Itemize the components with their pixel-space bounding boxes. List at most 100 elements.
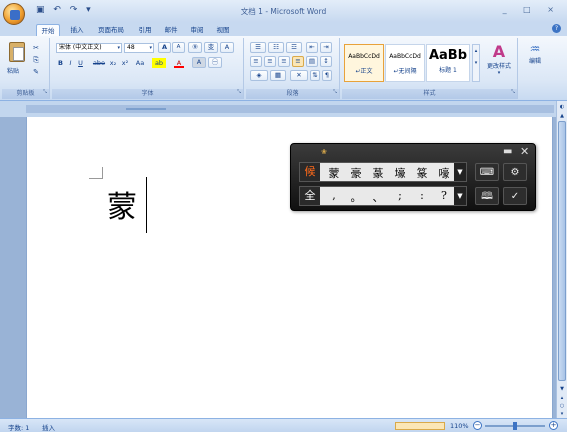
view-buttons[interactable] xyxy=(395,422,445,430)
punctuation-item[interactable]: , xyxy=(324,189,344,202)
handwriting-icon[interactable]: ✓ xyxy=(503,187,527,205)
show-marks-button[interactable]: ¶ xyxy=(322,70,332,81)
style-normal[interactable]: AaBbCcDd ↵正文 xyxy=(344,44,384,82)
change-case-button[interactable]: Aa xyxy=(134,58,146,68)
zoom-out-button[interactable]: − xyxy=(473,421,482,430)
borders-button[interactable]: ▦ xyxy=(270,70,286,81)
tab-insert[interactable]: 插入 xyxy=(66,24,88,36)
multilevel-list-button[interactable]: ☲ xyxy=(286,42,302,53)
candidate-item[interactable]: 篆 xyxy=(412,165,432,181)
styles-scroll[interactable]: ▴ ▾ xyxy=(472,44,480,82)
office-button[interactable] xyxy=(3,3,25,25)
distribute-button[interactable]: ▤ xyxy=(306,56,318,67)
line-spacing-button[interactable]: ↕ xyxy=(320,56,332,67)
character-shading-button[interactable]: A xyxy=(192,57,206,68)
align-right-button[interactable]: ≡ xyxy=(278,56,290,67)
zoom-in-button[interactable]: + xyxy=(549,421,558,430)
browse-object-icon[interactable]: ○ xyxy=(558,402,566,410)
clear-format-button[interactable]: ⑨ xyxy=(188,42,202,53)
strikethrough-button[interactable]: abe xyxy=(92,58,106,68)
status-bar: 字数: 1 插入 110% − + xyxy=(0,418,567,432)
bullets-button[interactable]: ☰ xyxy=(250,42,266,53)
ime-toolbar[interactable]: ❀ ▬ ✕ 候 蒙 豪 蒃 壕 篆 嚎 ▼ 全 , 。 、 ; : ? ▼ ⌨ … xyxy=(290,143,536,211)
subscript-button[interactable]: x₂ xyxy=(108,58,118,68)
candidate-item[interactable]: 豪 xyxy=(346,165,366,181)
ruler-toggle-icon[interactable]: ◐ xyxy=(558,103,566,111)
tab-home[interactable]: 开始 xyxy=(36,24,60,36)
underline-button[interactable]: U xyxy=(76,58,85,68)
enclose-characters-button[interactable]: ㊀ xyxy=(208,57,222,68)
candidate-item[interactable]: 蒙 xyxy=(324,165,344,181)
italic-button[interactable]: I xyxy=(66,58,75,68)
paste-icon[interactable] xyxy=(9,42,25,62)
chevron-down-icon[interactable]: ▼ xyxy=(454,187,466,205)
scroll-down-icon[interactable]: ▼ xyxy=(558,385,566,393)
candidate-item[interactable]: 嚎 xyxy=(434,165,454,181)
justify-button[interactable]: ≡ xyxy=(292,56,304,67)
increase-indent-button[interactable]: ⇥ xyxy=(320,42,332,53)
chevron-down-icon[interactable]: ▼ xyxy=(454,163,466,181)
tab-page-layout[interactable]: 页面布局 xyxy=(92,24,130,36)
character-border-button[interactable]: A xyxy=(220,42,234,53)
scroll-thumb[interactable] xyxy=(558,121,566,381)
candidate-item[interactable]: 蒃 xyxy=(368,165,388,181)
superscript-button[interactable]: x² xyxy=(120,58,130,68)
settings-icon[interactable]: ⚙ xyxy=(503,163,527,181)
numbering-button[interactable]: ☷ xyxy=(268,42,284,53)
decrease-indent-button[interactable]: ⇤ xyxy=(306,42,318,53)
font-name-combo[interactable]: 宋体 (中文正文) ▾ xyxy=(56,43,122,53)
tab-view[interactable]: 视图 xyxy=(212,24,234,36)
insert-mode[interactable]: 插入 xyxy=(42,422,55,432)
shrink-font-button[interactable]: A xyxy=(172,42,185,53)
highlight-button[interactable]: ab xyxy=(152,58,166,68)
punctuation-item[interactable]: ? xyxy=(434,189,454,202)
style-heading-1[interactable]: AaBb 标题 1 xyxy=(426,44,470,82)
dictionary-icon[interactable]: 🕮 xyxy=(475,187,499,205)
next-page-icon[interactable]: ▾ xyxy=(558,410,566,418)
copy-icon[interactable]: ⎘ xyxy=(32,56,40,64)
clipboard-launcher-icon[interactable]: ⤡ xyxy=(43,87,47,97)
document-text[interactable]: 蒙 xyxy=(107,182,137,226)
zoom-slider-knob[interactable] xyxy=(513,422,517,430)
punctuation-item[interactable]: ; xyxy=(390,189,410,202)
help-icon[interactable]: ? xyxy=(552,24,561,33)
word-count[interactable]: 字数: 1 xyxy=(8,422,29,432)
tab-review[interactable]: 审阅 xyxy=(186,24,208,36)
tab-references[interactable]: 引用 xyxy=(134,24,156,36)
ruler-indent-marker[interactable] xyxy=(126,108,166,110)
font-launcher-icon[interactable]: ⤡ xyxy=(237,87,241,97)
sort-button[interactable]: ⇅ xyxy=(310,70,320,81)
tab-mailings[interactable]: 邮件 xyxy=(160,24,182,36)
phonetic-guide-button[interactable]: 变 xyxy=(204,42,218,53)
paste-button[interactable]: 粘贴 xyxy=(7,66,19,75)
window-controls[interactable]: _ □ × xyxy=(503,5,561,14)
font-color-button[interactable]: A xyxy=(174,58,184,68)
chinese-layout-button[interactable]: ✕ xyxy=(290,70,308,81)
shading-button[interactable]: ◈ xyxy=(250,70,268,81)
close-icon[interactable]: ✕ xyxy=(520,145,529,158)
bold-button[interactable]: B xyxy=(56,58,65,68)
prev-page-icon[interactable]: ▴ xyxy=(558,394,566,402)
punctuation-item[interactable]: 、 xyxy=(368,189,388,205)
scroll-up-icon[interactable]: ▲ xyxy=(558,112,566,120)
zoom-level[interactable]: 110% xyxy=(450,422,469,430)
format-painter-icon[interactable]: ✎ xyxy=(32,68,40,76)
editing-button[interactable]: ♒ 编辑 xyxy=(524,42,546,78)
vertical-scrollbar[interactable]: ◐ ▲ ▼ ▴ ○ ▾ xyxy=(556,101,567,418)
cut-icon[interactable]: ✂ xyxy=(32,44,40,52)
align-left-button[interactable]: ≡ xyxy=(250,56,262,67)
change-styles-button[interactable]: A 更改样式 ▾ xyxy=(483,42,515,82)
punctuation-item[interactable]: : xyxy=(412,189,432,202)
paragraph-launcher-icon[interactable]: ⤡ xyxy=(333,87,337,97)
align-center-button[interactable]: ≡ xyxy=(264,56,276,67)
font-size-combo[interactable]: 48 ▾ xyxy=(124,43,154,53)
styles-launcher-icon[interactable]: ⤡ xyxy=(511,87,515,97)
punctuation-item[interactable]: 。 xyxy=(346,189,366,205)
grow-font-button[interactable]: A xyxy=(158,42,171,53)
keyboard-icon[interactable]: ⌨ xyxy=(475,163,499,181)
ruler-track xyxy=(26,105,554,113)
style-no-spacing[interactable]: AaBbCcDd ↵无间隔 xyxy=(385,44,425,82)
candidate-item[interactable]: 壕 xyxy=(390,165,410,181)
candidate-flag: 候 xyxy=(300,163,320,181)
minimize-icon[interactable]: ▬ xyxy=(503,146,512,157)
